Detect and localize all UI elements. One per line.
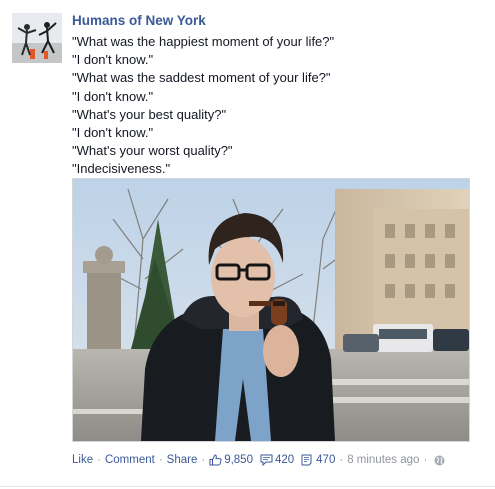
comments-count-link[interactable]: 420 bbox=[260, 454, 294, 466]
separator: · bbox=[97, 454, 101, 466]
caption-line: "Indecisiveness." bbox=[72, 161, 171, 177]
shares-count: 470 bbox=[316, 454, 336, 466]
comments-count: 420 bbox=[274, 454, 295, 466]
facebook-post: Humans of New York "What was the happies… bbox=[0, 0, 495, 489]
page-name-link[interactable]: Humans of New York bbox=[72, 13, 206, 28]
like-link[interactable]: Like bbox=[72, 454, 93, 466]
caption-line: "What was the happiest moment of your li… bbox=[72, 34, 335, 49]
likes-count: 9,850 bbox=[224, 454, 253, 466]
shares-count-link[interactable]: 470 bbox=[301, 454, 335, 466]
post-divider bbox=[0, 486, 495, 487]
caption-line: "What's your best quality?" bbox=[72, 106, 227, 122]
post-caption: "What was the happiest moment of your li… bbox=[72, 33, 482, 179]
thumbs-up-icon bbox=[209, 454, 222, 466]
page-avatar[interactable] bbox=[12, 13, 62, 63]
caption-line: "I don't know." bbox=[72, 125, 154, 141]
post-action-bar: Like · Comment · Share · 9,850 420 470 ·… bbox=[72, 452, 445, 468]
caption-line: "What was the saddest moment of your lif… bbox=[72, 70, 331, 86]
share-icon bbox=[301, 454, 314, 466]
comment-link[interactable]: Comment bbox=[105, 454, 155, 466]
caption-line: "I don't know." bbox=[72, 52, 154, 68]
separator: · bbox=[158, 454, 163, 466]
caption-line: "What's your worst quality?" bbox=[72, 143, 233, 159]
globe-icon[interactable] bbox=[434, 455, 445, 466]
page-avatar-image bbox=[12, 13, 62, 63]
share-link[interactable]: Share bbox=[167, 454, 198, 466]
likes-count-link[interactable]: 9,850 bbox=[209, 454, 253, 466]
separator: · bbox=[339, 454, 344, 466]
photo-man-with-pipe bbox=[73, 179, 469, 441]
post-timestamp[interactable]: 8 minutes ago bbox=[347, 454, 419, 466]
caption-line: "I don't know." bbox=[72, 88, 154, 104]
post-photo[interactable] bbox=[72, 178, 470, 442]
comment-bubble-icon bbox=[260, 454, 273, 466]
separator: · bbox=[423, 454, 428, 466]
separator: · bbox=[201, 454, 206, 466]
